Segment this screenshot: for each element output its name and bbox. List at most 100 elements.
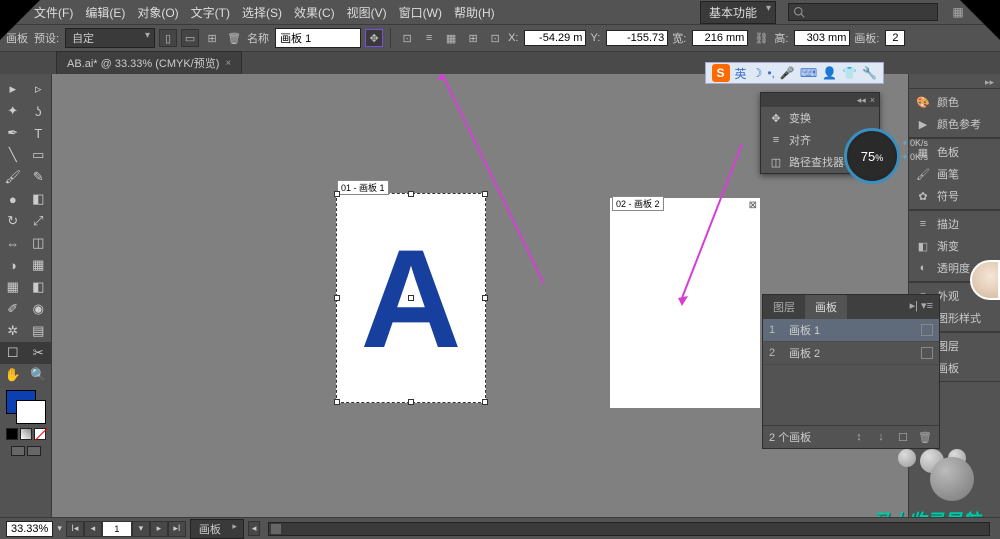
menu-window[interactable]: 窗口(W) [399,4,442,21]
move-art-icon[interactable]: ✥ [365,29,383,47]
hand-tool-icon[interactable]: ✋ [0,364,26,386]
last-page-icon[interactable]: ▸I [168,521,186,537]
blob-tool-icon[interactable]: ● [0,188,26,210]
next-page-icon[interactable]: ▸ [150,521,168,537]
rotate-tool-icon[interactable]: ↻ [0,210,26,232]
pencil-tool-icon[interactable]: ✎ [26,166,52,188]
shape-builder-icon[interactable]: ◑ [0,254,26,276]
mesh-tool-icon[interactable]: ▦ [0,276,26,298]
resize-handle[interactable] [408,399,414,405]
artboard-list-item[interactable]: 2 画板 2 [763,342,939,365]
artboards-count[interactable]: 2 [885,30,905,46]
rect-tool-icon[interactable]: ▭ [26,144,52,166]
ime-shirt-icon[interactable]: 👕 [842,66,857,80]
page-dropdown-icon[interactable]: ▾ [132,521,150,537]
menu-type[interactable]: 文字(T) [191,4,230,21]
lasso-tool-icon[interactable]: ʖ [26,100,52,122]
ime-moon-icon[interactable]: ☽ [752,66,763,80]
resize-handle[interactable] [334,295,340,301]
artboard-options-icon[interactable] [921,347,933,359]
artboard-tool-icon[interactable]: ☐ [0,342,26,364]
scrollbar-thumb[interactable] [271,524,281,534]
link-wh-icon[interactable]: ⛓ [752,29,770,47]
zoom-dropdown-icon[interactable]: ▾ [57,523,62,534]
network-gauge[interactable]: 75% [844,128,900,184]
selection-tool-icon[interactable]: ▸ [0,78,26,100]
artboard-name-input[interactable]: 画板 1 [275,28,361,48]
prev-page-icon[interactable]: ◂ [84,521,102,537]
ime-wrench-icon[interactable]: 🔧 [862,66,877,80]
close-icon[interactable]: × [870,95,875,105]
h-input[interactable]: 303 mm [794,30,850,46]
resize-handle[interactable] [482,191,488,197]
width-tool-icon[interactable]: ⇔ [0,232,26,254]
type-tool-icon[interactable]: T [26,122,52,144]
scroll-left-icon[interactable]: ◂ [248,521,261,536]
magic-wand-tool-icon[interactable]: ✦ [0,100,26,122]
brush-tool-icon[interactable]: 🖌 [0,166,26,188]
tab-artboards[interactable]: 画板 [805,295,847,319]
menu-select[interactable]: 选择(S) [242,4,282,21]
menu-view[interactable]: 视图(V) [347,4,387,21]
eraser-tool-icon[interactable]: ◧ [26,188,52,210]
panel-options-icon[interactable]: ▸| ▾≡ [904,295,939,319]
search-input[interactable] [788,3,938,21]
menu-edit[interactable]: 编辑(E) [85,4,125,21]
w-input[interactable]: 216 mm [692,30,748,46]
direct-select-tool-icon[interactable]: ▹ [26,78,52,100]
close-tab-icon[interactable]: × [225,58,231,69]
delete-artboard-icon[interactable]: 🗑 [917,430,933,444]
ime-comma-icon[interactable]: •, [767,66,775,80]
move-up-icon[interactable]: ↕ [851,430,867,444]
panel-stroke[interactable]: ≡描边 [909,213,1000,235]
scale-tool-icon[interactable]: ⤢ [26,210,52,232]
panel-symbols[interactable]: ✿符号 [909,185,1000,207]
ime-toolbar[interactable]: S 英 ☽ •, 🎤 ⌨ 👤 👕 🔧 [705,62,884,84]
ime-lang[interactable]: 英 [735,65,747,82]
first-page-icon[interactable]: I◂ [66,521,84,537]
menu-help[interactable]: 帮助(H) [454,4,495,21]
artboard-options-icon[interactable] [921,324,933,336]
resize-handle[interactable] [482,295,488,301]
document-tab[interactable]: AB.ai* @ 33.33% (CMYK/预览) × [56,51,242,74]
resize-handle[interactable] [482,399,488,405]
ime-person-icon[interactable]: 👤 [822,66,837,80]
artboard-2-close-icon[interactable]: ⊠ [749,200,757,211]
line-tool-icon[interactable]: ╲ [0,144,26,166]
refpoint-grid-icon[interactable]: ⊡ [486,29,504,47]
color-fill-icon[interactable] [6,428,18,440]
eyedropper-tool-icon[interactable]: ✐ [0,298,26,320]
h-scrollbar[interactable] [268,522,990,536]
free-transform-icon[interactable]: ◫ [26,232,52,254]
x-input[interactable]: -54.29 m [524,30,586,46]
move-down-icon[interactable]: ↓ [873,430,889,444]
menu-object[interactable]: 对象(O) [137,4,178,21]
portrait-icon[interactable]: ▯ [159,29,177,47]
page-input[interactable]: 1 [102,521,132,537]
panel-color-guide[interactable]: ▶颜色参考 [909,113,1000,135]
graph-tool-icon[interactable]: ▤ [26,320,52,342]
artboard-2[interactable]: 02 - 画板 2 ⊠ [610,198,760,408]
resize-handle[interactable] [334,399,340,405]
center-handle[interactable] [408,295,414,301]
panel-item-transform[interactable]: ✥变换 [761,107,879,129]
options-icon[interactable]: ▦ [442,29,460,47]
new-artboard-icon[interactable]: ⊞ [203,29,221,47]
preset-select[interactable]: 自定 [65,28,155,48]
pen-tool-icon[interactable]: ✒ [0,122,26,144]
symbol-spray-icon[interactable]: ✲ [0,320,26,342]
none-fill-icon[interactable] [34,428,46,440]
panel-color[interactable]: 🎨颜色 [909,91,1000,113]
resize-handle[interactable] [334,191,340,197]
panel-gradient[interactable]: ◧渐变 [909,235,1000,257]
normal-screen-icon[interactable] [11,446,25,456]
panel-header[interactable]: ◂◂× [761,93,879,107]
y-input[interactable]: -155.73 [606,30,668,46]
ime-mic-icon[interactable]: 🎤 [780,66,795,80]
ref-point-icon[interactable]: ⊡ [398,29,416,47]
align-icon[interactable]: ≡ [420,29,438,47]
slice-tool-icon[interactable]: ✂ [26,342,52,364]
zoom-input[interactable]: 33.33% [6,521,53,537]
delete-artboard-icon[interactable]: 🗑 [225,29,243,47]
full-screen-icon[interactable] [27,446,41,456]
